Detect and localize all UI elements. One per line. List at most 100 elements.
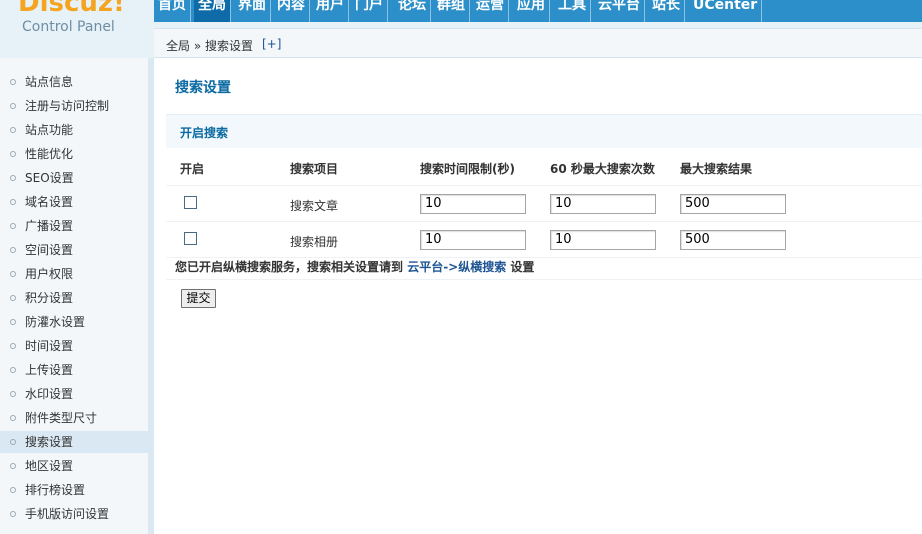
logo-subtitle: Control Panel	[22, 19, 115, 35]
sidebar-item-label: 站点功能	[25, 123, 74, 137]
notice-prefix: 您已开启纵横搜索服务，搜索相关设置请到	[175, 260, 408, 274]
table-row: 搜索文章 10 10 500	[166, 186, 922, 222]
search-item-name: 搜索相册	[290, 235, 339, 249]
sidebar-item-label: 水印设置	[25, 387, 74, 401]
logo[interactable]: Discuz! Control Panel	[0, 0, 150, 58]
sidebar-item-label: 搜索设置	[25, 435, 74, 449]
bullet-icon	[10, 487, 16, 493]
column-header-enable: 开启	[180, 162, 205, 176]
sidebar-item-domain[interactable]: 域名设置	[0, 191, 148, 213]
sidebar-item-label: 排行榜设置	[25, 483, 86, 497]
sidebar-item-upload[interactable]: 上传设置	[0, 359, 148, 381]
bullet-icon	[10, 415, 16, 421]
nav-item-global[interactable]: 全局	[194, 0, 231, 22]
bullet-icon	[10, 343, 16, 349]
sidebar-item-label: 时间设置	[25, 339, 74, 353]
sidebar-item-site-features[interactable]: 站点功能	[0, 119, 148, 141]
sidebar-item-performance[interactable]: 性能优化	[0, 143, 148, 165]
sidebar-item-label: 域名设置	[25, 195, 74, 209]
nav-item-users[interactable]: 用户	[312, 0, 349, 22]
notice-text: 您已开启纵横搜索服务，搜索相关设置请到 云平台->纵横搜索 设置	[175, 258, 534, 275]
bullet-icon	[10, 295, 16, 301]
sidebar-item-site-info[interactable]: 站点信息	[0, 71, 148, 93]
sidebar-item-seo[interactable]: SEO设置	[0, 167, 148, 189]
top-nav: 首页 全局 界面 内容 用户 门户 论坛 群组 运营 应用 工具 云平台 站长 …	[154, 0, 922, 22]
max-per-minute-input[interactable]: 10	[550, 230, 656, 250]
bullet-icon	[10, 463, 16, 469]
sidebar-item-label: 手机版访问设置	[25, 507, 110, 521]
page-title: 搜索设置	[175, 80, 231, 96]
add-shortcut-link[interactable]: [+]	[262, 37, 281, 51]
nav-item-interface[interactable]: 界面	[234, 0, 271, 22]
notice-suffix: 设置	[506, 260, 535, 274]
sidebar-item-anti-flood[interactable]: 防灌水设置	[0, 311, 148, 333]
submit-button[interactable]: 提交	[181, 289, 216, 308]
nav-item-operations[interactable]: 运营	[472, 0, 509, 22]
sidebar-item-search[interactable]: 搜索设置	[0, 431, 148, 453]
sidebar-item-label: 防灌水设置	[25, 315, 86, 329]
column-header-max-per-minute: 60 秒最大搜索次数	[550, 162, 655, 176]
nav-item-forum[interactable]: 论坛	[394, 0, 431, 22]
breadcrumb-bar: 全局 » 搜索设置 [+]	[154, 28, 922, 58]
sidebar-item-mobile[interactable]: 手机版访问设置	[0, 503, 148, 525]
sidebar-item-ranking[interactable]: 排行榜设置	[0, 479, 148, 501]
sidebar-item-label: 积分设置	[25, 291, 74, 305]
column-header-max-results: 最大搜索结果	[680, 162, 753, 176]
nav-item-groups[interactable]: 群组	[433, 0, 470, 22]
section-header: 开启搜索	[166, 114, 922, 148]
sidebar-item-space[interactable]: 空间设置	[0, 239, 148, 261]
bullet-icon	[10, 175, 16, 181]
sidebar-item-watermark[interactable]: 水印设置	[0, 383, 148, 405]
sidebar-item-attachment-types[interactable]: 附件类型尺寸	[0, 407, 148, 429]
bullet-icon	[10, 199, 16, 205]
column-header-item: 搜索项目	[290, 162, 339, 176]
sidebar-item-user-permissions[interactable]: 用户权限	[0, 263, 148, 285]
time-limit-input[interactable]: 10	[420, 194, 526, 214]
nav-item-content[interactable]: 内容	[273, 0, 310, 22]
nav-item-home[interactable]: 首页	[154, 0, 191, 22]
sidebar-item-time[interactable]: 时间设置	[0, 335, 148, 357]
bullet-icon	[10, 511, 16, 517]
column-header-time-limit: 搜索时间限制(秒)	[420, 162, 515, 176]
max-results-input[interactable]: 500	[680, 230, 786, 250]
table-header-row: 开启 搜索项目 搜索时间限制(秒) 60 秒最大搜索次数 最大搜索结果	[166, 150, 922, 186]
nav-item-portal[interactable]: 门户	[351, 0, 388, 22]
sidebar-item-label: 性能优化	[25, 147, 74, 161]
table-row: 搜索相册 10 10 500	[166, 222, 922, 258]
bullet-icon	[10, 439, 16, 445]
nav-item-tools[interactable]: 工具	[554, 0, 591, 22]
max-per-minute-input[interactable]: 10	[550, 194, 656, 214]
sidebar-item-label: 空间设置	[25, 243, 74, 257]
bullet-icon	[10, 367, 16, 373]
bullet-icon	[10, 271, 16, 277]
nav-item-apps[interactable]: 应用	[513, 0, 550, 22]
search-item-name: 搜索文章	[290, 199, 339, 213]
bullet-icon	[10, 103, 16, 109]
main-content: 搜索设置 开启搜索 开启 搜索项目 搜索时间限制(秒) 60 秒最大搜索次数 最…	[166, 58, 922, 534]
bullet-icon	[10, 247, 16, 253]
max-results-input[interactable]: 500	[680, 194, 786, 214]
sidebar-item-broadcast[interactable]: 广播设置	[0, 215, 148, 237]
bullet-icon	[10, 223, 16, 229]
bullet-icon	[10, 151, 16, 157]
sidebar-item-credits[interactable]: 积分设置	[0, 287, 148, 309]
breadcrumb: 全局 » 搜索设置	[166, 39, 253, 53]
bullet-icon	[10, 79, 16, 85]
sidebar-item-region[interactable]: 地区设置	[0, 455, 148, 477]
bullet-icon	[10, 391, 16, 397]
header: Discuz! Control Panel 首页 全局 界面 内容 用户 门户 …	[0, 0, 922, 58]
sidebar-item-register-access[interactable]: 注册与访问控制	[0, 95, 148, 117]
nav-item-ucenter[interactable]: UCenter	[689, 0, 763, 22]
sidebar-item-label: 用户权限	[25, 267, 74, 281]
cloud-search-link[interactable]: 云平台->纵横搜索	[407, 260, 506, 274]
sidebar-item-label: 地区设置	[25, 459, 74, 473]
nav-item-webmaster[interactable]: 站长	[648, 0, 685, 22]
enable-checkbox[interactable]	[184, 232, 197, 245]
enable-checkbox[interactable]	[184, 196, 197, 209]
sidebar-item-label: 站点信息	[25, 75, 74, 89]
sidebar-item-label: 附件类型尺寸	[25, 411, 98, 425]
sidebar-item-label: 广播设置	[25, 219, 74, 233]
sidebar-item-label: 上传设置	[25, 363, 74, 377]
time-limit-input[interactable]: 10	[420, 230, 526, 250]
nav-item-cloud[interactable]: 云平台	[594, 0, 645, 22]
